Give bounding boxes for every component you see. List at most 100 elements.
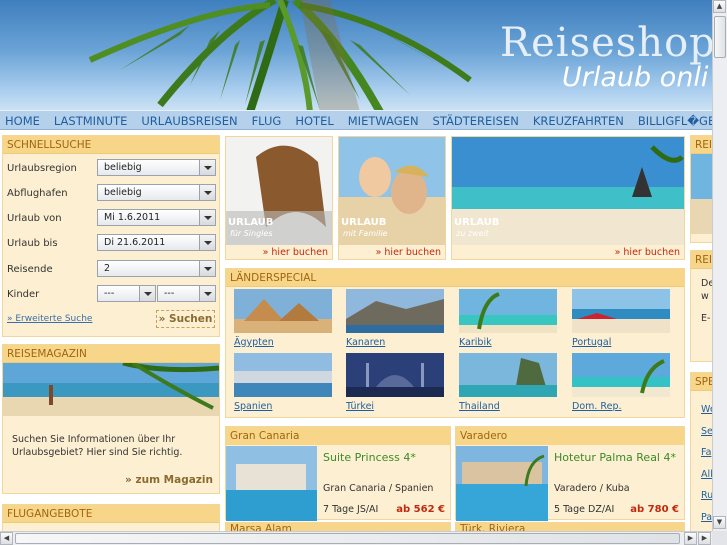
country-item-aegypten[interactable]: Ägypten bbox=[234, 289, 332, 349]
promo-couples[interactable]: URLAUB zu zweit hier buchen bbox=[451, 136, 685, 260]
chevron-down-icon bbox=[199, 235, 215, 250]
right-special-links: We Se Fa All Ru Pa bbox=[701, 399, 712, 528]
scroll-right-arrow-icon[interactable]: ▶ bbox=[698, 532, 711, 545]
right-link[interactable]: Pa bbox=[701, 507, 712, 529]
hotel-offer-region: Marsa Alam bbox=[226, 523, 450, 531]
search-button[interactable]: » Suchen bbox=[156, 310, 215, 328]
dominican-republic-image bbox=[572, 353, 670, 397]
country-item-portugal[interactable]: Portugal bbox=[572, 289, 670, 349]
caribbean-image bbox=[459, 289, 557, 333]
hotel-offer-next-2[interactable]: Türk. Riviera bbox=[455, 522, 685, 531]
right-link[interactable]: Fa bbox=[701, 442, 712, 464]
right-box-2-email: E- bbox=[701, 313, 711, 324]
quick-search-panel: SCHNELLSUCHE Urlaubsregion beliebig Abfl… bbox=[2, 135, 220, 337]
chevron-down-icon bbox=[199, 210, 215, 225]
chevron-down-icon bbox=[139, 286, 155, 301]
hotel-name[interactable]: Suite Princess 4* bbox=[323, 451, 416, 464]
date-from-select[interactable]: Mi 1.6.2011 bbox=[97, 209, 216, 226]
country-name: Thailand bbox=[459, 401, 500, 412]
nav-item-hotel[interactable]: HOTEL bbox=[290, 111, 342, 129]
flight-offers-title: FLUGANGEBOTE bbox=[3, 505, 219, 523]
date-to-select[interactable]: Di 21.6.2011 bbox=[97, 234, 216, 251]
beach-image bbox=[3, 363, 219, 416]
country-name: Türkei bbox=[346, 401, 375, 412]
hotel-offer-varadero[interactable]: Varadero Hotetur Palma Real 4* Varadero … bbox=[455, 426, 685, 521]
country-item-tuerkei[interactable]: Türkei bbox=[346, 353, 444, 413]
hotel-offer-next-1[interactable]: Marsa Alam bbox=[225, 522, 451, 531]
promo-family-label: URLAUB bbox=[341, 217, 387, 228]
nav-item-kreuzfahrten[interactable]: KREUZFAHRTEN bbox=[528, 111, 633, 129]
country-special-panel: LÄNDERSPECIAL Ägypten Kanaren Karibik Po… bbox=[225, 268, 685, 418]
magazine-title: REISEMAGAZIN bbox=[3, 345, 219, 363]
promo-couples-book-link[interactable]: hier buchen bbox=[615, 247, 680, 258]
web-page: Reiseshop Urlaub onli HOME LASTMINUTE URLA… bbox=[0, 0, 712, 531]
hotel-image bbox=[226, 446, 317, 521]
region-select[interactable]: beliebig bbox=[97, 159, 216, 176]
nav-item-home[interactable]: HOME bbox=[0, 111, 49, 129]
country-item-spanien[interactable]: Spanien bbox=[234, 353, 332, 413]
right-link[interactable]: All bbox=[701, 464, 712, 486]
airport-label: Abflughafen bbox=[7, 188, 68, 199]
nav-item-flug[interactable]: FLUG bbox=[247, 111, 291, 129]
scroll-left-arrow-icon[interactable]: ◀ bbox=[0, 532, 13, 545]
travellers-select[interactable]: 2 bbox=[97, 260, 216, 277]
hotel-image bbox=[456, 446, 548, 521]
region-value: beliebig bbox=[104, 162, 142, 173]
right-special-box: SPE We Se Fa All Ru Pa bbox=[690, 372, 712, 531]
promo-family-sub: mit Familie bbox=[343, 229, 388, 238]
right-travel-box: REISE bbox=[690, 135, 712, 243]
nav-item-urlaubsreisen[interactable]: URLAUBSREISEN bbox=[136, 111, 246, 129]
country-item-thailand[interactable]: Thailand bbox=[459, 353, 557, 413]
nav-item-lastminute[interactable]: LASTMINUTE bbox=[49, 111, 137, 129]
vertical-scrollbar[interactable]: ▲ ▼ bbox=[712, 0, 727, 531]
advanced-search-link[interactable]: » Erweiterte Suche bbox=[7, 314, 92, 324]
scroll-up-arrow-icon[interactable]: ▲ bbox=[713, 0, 726, 13]
vertical-scroll-thumb[interactable] bbox=[714, 16, 726, 58]
horizontal-scrollbar[interactable]: ◀ ▶ ▶ bbox=[0, 531, 712, 545]
country-item-karibik[interactable]: Karibik bbox=[459, 289, 557, 349]
hotel-location: Varadero / Kuba bbox=[554, 483, 630, 494]
hotel-location: Gran Canaria / Spanien bbox=[323, 483, 434, 494]
main-navigation: HOME LASTMINUTE URLAUBSREISEN FLUG HOTEL MIET… bbox=[0, 110, 712, 130]
chevron-down-icon bbox=[199, 185, 215, 200]
country-item-domrep[interactable]: Dom. Rep. bbox=[572, 353, 670, 413]
airport-value: beliebig bbox=[104, 187, 142, 198]
promo-singles[interactable]: URLAUB für Singles hier buchen bbox=[225, 136, 333, 260]
child-age-2-select[interactable]: --- bbox=[157, 285, 216, 302]
promo-family-book-link[interactable]: hier buchen bbox=[376, 247, 441, 258]
hotel-offer-region: Gran Canaria bbox=[226, 427, 450, 445]
quick-search-title: SCHNELLSUCHE bbox=[3, 136, 219, 154]
date-from-value: Mi 1.6.2011 bbox=[104, 212, 161, 223]
child-age-1-select[interactable]: --- bbox=[97, 285, 156, 302]
magazine-text: Suchen Sie Informationen über Ihr Urlaub… bbox=[12, 434, 183, 458]
hotel-offer-gran-canaria[interactable]: Gran Canaria Suite Princess 4* Gran Cana… bbox=[225, 426, 451, 521]
scroll-right-arrow-icon[interactable]: ▶ bbox=[684, 532, 697, 545]
right-travel-box-2: REIS De w E- bbox=[690, 250, 712, 362]
nav-item-billigfluege[interactable]: BILLIGFL�GE bbox=[633, 111, 712, 129]
travellers-label: Reisende bbox=[7, 264, 53, 275]
airport-select[interactable]: beliebig bbox=[97, 184, 216, 201]
horizontal-scroll-thumb[interactable] bbox=[15, 533, 680, 544]
right-link[interactable]: Se bbox=[701, 421, 712, 443]
right-link[interactable]: We bbox=[701, 399, 712, 421]
travel-magazine-panel: REISEMAGAZIN Suchen Sie Informationen üb… bbox=[2, 344, 220, 494]
nav-item-staedtereisen[interactable]: STÄDTEREISEN bbox=[428, 111, 528, 129]
hotel-name[interactable]: Hotetur Palma Real 4* bbox=[554, 451, 676, 464]
nav-item-mietwagen[interactable]: MIETWAGEN bbox=[343, 111, 428, 129]
scroll-down-arrow-icon[interactable]: ▼ bbox=[713, 516, 726, 529]
scrollbar-corner bbox=[712, 531, 727, 545]
right-box-title: REISE bbox=[691, 136, 712, 154]
chevron-down-icon bbox=[199, 160, 215, 175]
right-box-2-title: REIS bbox=[691, 251, 712, 269]
promo-family[interactable]: URLAUB mit Familie hier buchen bbox=[338, 136, 446, 260]
right-link[interactable]: Ru bbox=[701, 485, 712, 507]
magazine-link[interactable]: » zum Magazin bbox=[125, 474, 213, 486]
portugal-image bbox=[572, 289, 670, 333]
site-header: Reiseshop Urlaub onli bbox=[0, 0, 712, 112]
travellers-value: 2 bbox=[104, 263, 111, 274]
country-item-kanaren[interactable]: Kanaren bbox=[346, 289, 444, 349]
hotel-duration: 7 Tage JS/AI bbox=[323, 504, 379, 515]
palm-tree-illustration bbox=[88, 0, 472, 112]
country-name: Ägypten bbox=[234, 337, 274, 348]
promo-singles-book-link[interactable]: hier buchen bbox=[263, 247, 328, 258]
